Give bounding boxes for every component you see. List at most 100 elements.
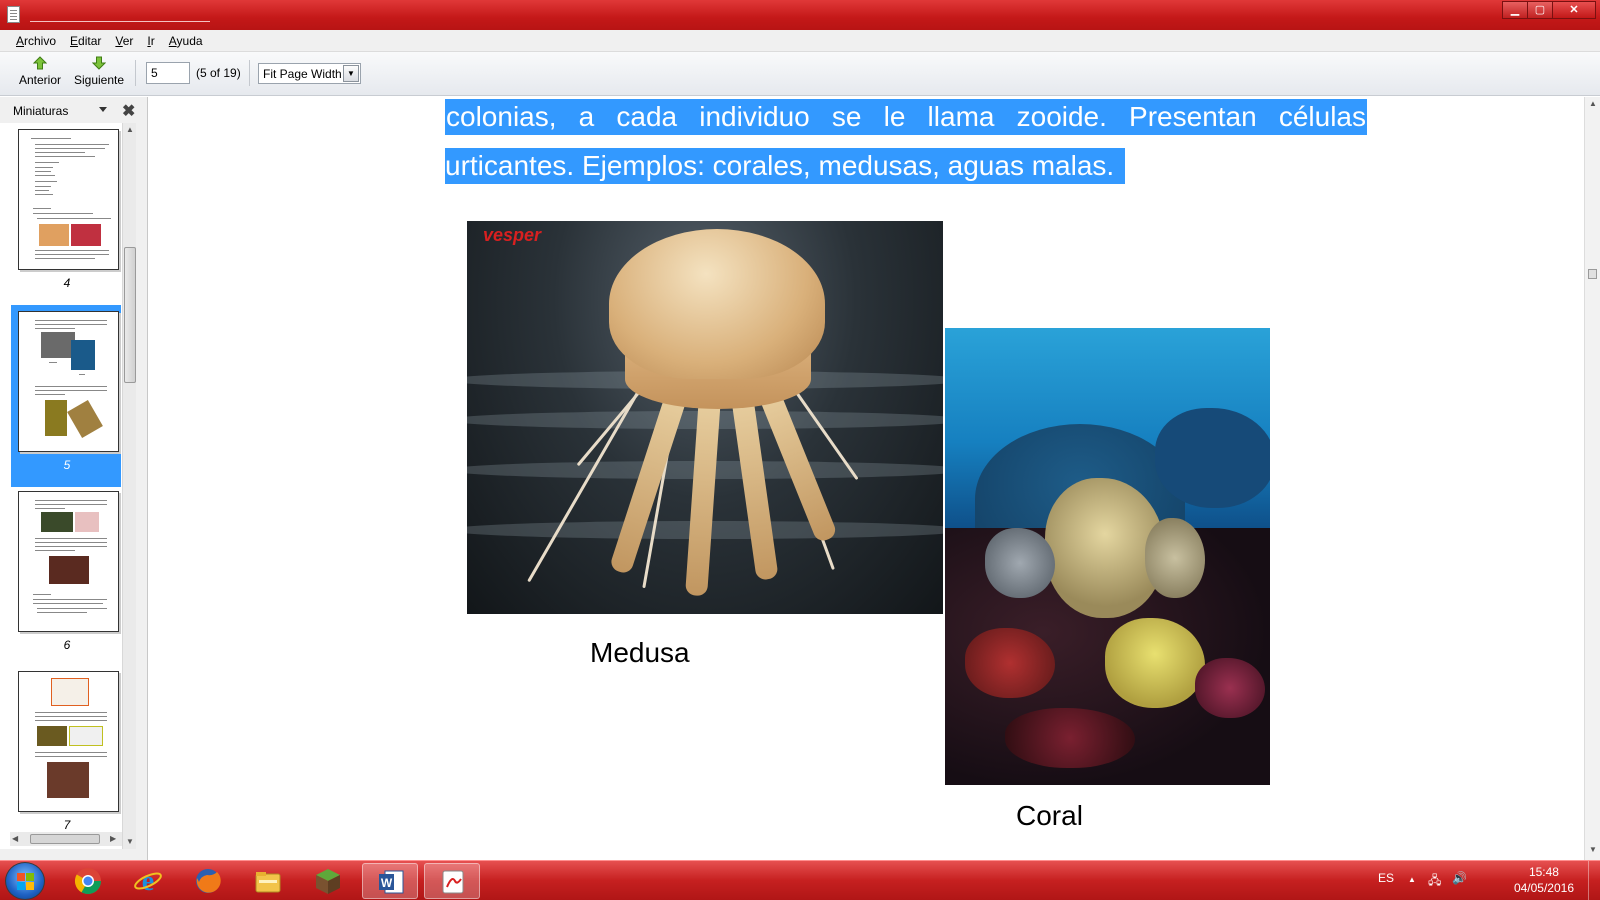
zoom-value: Fit Page Width: [263, 67, 342, 81]
taskbar-app-word[interactable]: W: [362, 863, 418, 899]
sidebar-title: Miniaturas: [13, 104, 69, 118]
chrome-icon: [74, 868, 102, 895]
page-number-input[interactable]: [146, 62, 190, 84]
title-bar: ▁ ▢ ✕: [0, 0, 1600, 30]
taskbar-app-firefox[interactable]: [180, 863, 236, 899]
menu-editar-accel: E: [70, 33, 79, 48]
thumbnail-page-4[interactable]: 4: [11, 123, 121, 305]
close-button[interactable]: ✕: [1552, 1, 1596, 19]
window-title: [30, 5, 210, 22]
arrow-down-icon: [92, 56, 106, 70]
firefox-icon: [196, 869, 221, 893]
maximize-button[interactable]: ▢: [1527, 1, 1553, 19]
scroll-down-icon[interactable]: ▼: [126, 837, 134, 846]
sidebar-close-icon[interactable]: ✖: [122, 101, 135, 121]
svg-text:e: e: [142, 866, 154, 896]
scroll-up-icon[interactable]: ▲: [1589, 99, 1597, 108]
internet-explorer-icon: e: [134, 866, 162, 896]
toolbar: Anterior Siguiente (5 of 19) Fit Page Wi…: [0, 52, 1600, 96]
taskbar: e W ES ▲ 🖧 🔊 15:48 04/05/2016: [0, 860, 1600, 900]
thumbnail-page-7[interactable]: 7: [11, 665, 121, 847]
document-scrollbar[interactable]: ▲ ▼: [1584, 97, 1600, 860]
clock-date: 04/05/2016: [1513, 881, 1574, 895]
selected-text-line: urticantes. Ejemplos: corales, medusas, …: [445, 148, 1125, 184]
sidebar-scrollbar[interactable]: ▲ ▼: [122, 123, 136, 849]
volume-icon[interactable]: 🔊: [1452, 871, 1467, 885]
menu-ir[interactable]: Ir: [140, 31, 161, 51]
previous-page-label: Anterior: [18, 73, 62, 87]
thumbnail-preview: [18, 491, 119, 632]
menu-ir-label: r: [150, 33, 155, 48]
language-indicator[interactable]: ES: [1378, 871, 1394, 885]
menu-archivo-label: rchivo: [24, 33, 57, 48]
next-page-button[interactable]: Siguiente: [72, 55, 126, 93]
medusa-image: vesper: [467, 221, 943, 614]
start-button[interactable]: [5, 862, 45, 900]
taskbar-app-chrome[interactable]: [60, 863, 116, 899]
chevron-down-icon[interactable]: ▼: [343, 65, 359, 82]
thumbnail-preview: [18, 129, 119, 270]
selected-text-line: colonias, a cada individuo se le llama z…: [445, 99, 1367, 135]
menu-archivo[interactable]: Archivo: [9, 31, 63, 51]
thumbnail-page-5[interactable]: 5: [11, 305, 121, 487]
scroll-up-icon[interactable]: ▲: [126, 125, 134, 134]
thumbnail-preview: [18, 671, 119, 812]
menu-ayuda[interactable]: Ayuda: [162, 31, 210, 51]
system-clock[interactable]: 15:48 04/05/2016: [1514, 864, 1574, 896]
menu-ver-label: er: [122, 33, 134, 48]
window-controls: ▁ ▢ ✕: [1502, 1, 1596, 21]
coral-caption: Coral: [1016, 800, 1083, 831]
sidebar-horizontal-scroll-thumb[interactable]: [30, 834, 100, 844]
taskbar-app-minecraft[interactable]: [300, 863, 356, 899]
sidebar-horizontal-scrollbar[interactable]: ◀ ▶: [10, 832, 122, 846]
image-watermark: vesper: [483, 225, 542, 245]
menu-ayuda-accel: A: [168, 33, 177, 48]
taskbar-app-file-explorer[interactable]: [240, 863, 296, 899]
word-icon: W: [379, 870, 404, 894]
menu-ver[interactable]: Ver: [108, 31, 140, 51]
menu-bar: Archivo Editar Ver Ir Ayuda: [0, 30, 1600, 52]
document-view[interactable]: colonias, a cada individuo se le llama z…: [152, 97, 1584, 860]
tray-expand-icon[interactable]: ▲: [1408, 875, 1416, 884]
menu-ayuda-label: yuda: [176, 33, 203, 48]
scroll-down-icon[interactable]: ▼: [1589, 845, 1597, 854]
svg-text:W: W: [381, 876, 393, 890]
sidebar-header: Miniaturas ✖: [0, 97, 148, 123]
coral-image: [945, 328, 1270, 785]
thumbnail-label: 5: [63, 458, 71, 472]
thumbnail-preview: [18, 311, 119, 452]
menu-editar-label: ditar: [78, 33, 102, 48]
thumbnail-list: 4 5 6 7: [0, 123, 122, 849]
previous-page-button[interactable]: Anterior: [16, 55, 64, 93]
menu-ver-accel: V: [115, 33, 123, 48]
page-count: (5 of 19): [196, 66, 241, 80]
file-explorer-icon: [255, 872, 281, 893]
thumbnail-page-6[interactable]: 6: [11, 485, 121, 667]
network-icon[interactable]: 🖧: [1428, 871, 1441, 892]
toolbar-separator: [135, 60, 136, 86]
thumbnails-sidebar: Miniaturas ✖ 4 5 6 7 ▲ ▼ ◀ ▶: [0, 97, 148, 860]
medusa-caption: Medusa: [590, 637, 690, 668]
sidebar-dropdown-icon[interactable]: [99, 107, 107, 112]
zoom-select[interactable]: Fit Page Width ▼: [258, 63, 361, 84]
toolbar-separator: [249, 60, 250, 86]
scroll-right-icon[interactable]: ▶: [110, 834, 116, 843]
arrow-up-icon: [33, 56, 47, 70]
app-icon[interactable]: [7, 6, 20, 23]
sidebar-scroll-thumb[interactable]: [124, 247, 136, 383]
taskbar-app-pdf-reader[interactable]: [424, 863, 480, 899]
thumbnail-label: 7: [63, 818, 71, 832]
scroll-left-icon[interactable]: ◀: [12, 834, 18, 843]
minimize-button[interactable]: ▁: [1502, 1, 1528, 19]
thumbnail-label: 4: [63, 276, 71, 290]
taskbar-app-internet-explorer[interactable]: e: [120, 863, 176, 899]
thumbnail-label: 6: [63, 638, 71, 652]
document-scroll-thumb[interactable]: [1588, 269, 1597, 279]
minecraft-icon: [316, 869, 340, 894]
next-page-label: Siguiente: [73, 73, 125, 87]
menu-archivo-accel: A: [16, 33, 25, 48]
clock-time: 15:48: [1528, 865, 1559, 879]
menu-editar[interactable]: Editar: [63, 31, 108, 51]
show-desktop-button[interactable]: [1588, 861, 1600, 900]
pdf-reader-icon: [442, 870, 464, 894]
